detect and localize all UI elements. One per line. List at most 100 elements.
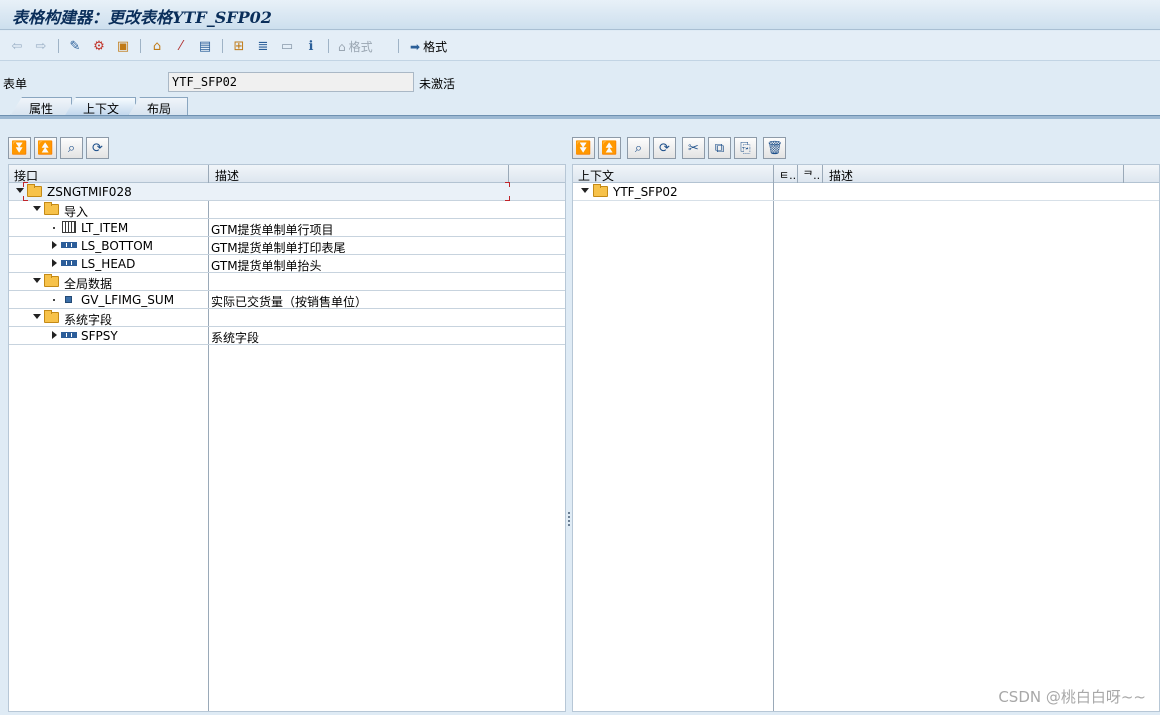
- column-separator: [1123, 165, 1124, 183]
- collapsed-caret-icon[interactable]: [52, 241, 57, 249]
- activate-icon[interactable]: ▣: [114, 37, 132, 55]
- toolbar-separator: [222, 39, 223, 53]
- expanded-caret-icon[interactable]: [33, 314, 41, 319]
- back-arrow-icon[interactable]: ⇦: [8, 37, 26, 55]
- collapse-all-icon[interactable]: ⏫: [598, 137, 621, 159]
- refresh-icon[interactable]: ⟳: [653, 137, 676, 159]
- column-separator: [508, 165, 509, 183]
- collapsed-caret-icon[interactable]: [52, 331, 57, 339]
- paste-icon[interactable]: ⎘: [734, 137, 757, 159]
- arrow-right-icon: ➡: [410, 39, 421, 54]
- header-col2: ㅌ..: [779, 169, 797, 182]
- tree-row[interactable]: ZSNGTMIF028: [9, 182, 565, 201]
- node-name: GV_LFIMG_SUM: [81, 293, 175, 307]
- tree-row[interactable]: LS_BOTTOM GTM提货单制单打印表尾: [9, 237, 565, 255]
- magic-wand-icon[interactable]: ⁄: [172, 37, 190, 55]
- node-description: GTM提货单制单行项目: [211, 223, 334, 237]
- window-title: 表格构建器：更改表格YTF_SFP02: [12, 8, 272, 27]
- form-name-field[interactable]: YTF_SFP02: [168, 72, 414, 92]
- form-status: 未激活: [419, 77, 456, 91]
- forward-arrow-icon[interactable]: ⇨: [32, 37, 50, 55]
- format-disabled-label: 格式: [348, 40, 373, 54]
- folder-icon: [593, 184, 608, 197]
- info-icon[interactable]: ℹ: [302, 37, 320, 55]
- cut-icon[interactable]: ✂: [682, 137, 705, 159]
- hierarchy-icon[interactable]: ⌂: [148, 37, 166, 55]
- tree-row[interactable]: SFPSY 系统字段: [9, 327, 565, 345]
- expanded-caret-icon[interactable]: [33, 206, 41, 211]
- node-description: GTM提货单制单抬头: [211, 259, 322, 273]
- selection-corner: [23, 182, 28, 187]
- context-tree: 上下文 ㅌ.. ᄏ.. 描述 YTF_SFP02: [572, 164, 1160, 712]
- tree-row[interactable]: 系统字段: [9, 309, 565, 327]
- structure-icon: [61, 242, 77, 248]
- tree-row[interactable]: GV_LFIMG_SUM 实际已交货量（按销售单位）: [9, 291, 565, 309]
- expanded-caret-icon[interactable]: [33, 278, 41, 283]
- node-name: 全局数据: [64, 277, 113, 291]
- tree-row[interactable]: LS_HEAD GTM提货单制单抬头: [9, 255, 565, 273]
- tree-structure-icon[interactable]: ⊞: [230, 37, 248, 55]
- display-change-icon[interactable]: ✎: [66, 37, 84, 55]
- header-col3: ᄏ..: [803, 169, 821, 182]
- expand-all-icon[interactable]: ⏬: [8, 137, 31, 159]
- node-name: LS_HEAD: [81, 257, 136, 271]
- tab-layout[interactable]: 布局: [128, 97, 188, 116]
- hierarchy-disabled-icon: ⌂: [338, 39, 346, 54]
- toolbar-separator: [140, 39, 141, 53]
- tab-context[interactable]: 上下文: [64, 97, 136, 117]
- tree-row[interactable]: 全局数据: [9, 273, 565, 291]
- copy-icon[interactable]: ⧉: [708, 137, 731, 159]
- splitter-grip: [568, 524, 570, 526]
- header-context: 上下文: [578, 169, 615, 183]
- column-separator: [822, 165, 823, 183]
- expanded-caret-icon[interactable]: [581, 188, 589, 193]
- expanded-caret-icon[interactable]: [16, 188, 24, 193]
- collapse-all-icon[interactable]: ⏫: [34, 137, 57, 159]
- tab-label: 属性: [29, 102, 54, 116]
- right-button-row: ⏬ ⏫ ⌕ ⟳ ✂ ⧉ ⎘ 🗑: [572, 137, 786, 159]
- tree-row[interactable]: 导入: [9, 201, 565, 219]
- format-button[interactable]: ➡ 格式: [410, 38, 447, 55]
- structure-icon: [61, 260, 77, 266]
- context-panel: ⏬ ⏫ ⌕ ⟳ ✂ ⧉ ⎘ 🗑 上下文 ㅌ.. ᄏ.. 描述 YTF_SFP02: [572, 122, 1160, 712]
- find-icon[interactable]: ⌕: [60, 137, 83, 159]
- find-icon[interactable]: ⌕: [627, 137, 650, 159]
- tree-row[interactable]: YTF_SFP02: [573, 183, 1159, 201]
- folder-icon: [44, 274, 59, 287]
- node-name: LS_BOTTOM: [81, 239, 154, 253]
- node-description: 实际已交货量（按销售单位）: [211, 295, 368, 309]
- test-icon[interactable]: ▤: [196, 37, 214, 55]
- column-separator: [797, 165, 798, 183]
- window-icon[interactable]: ▭: [278, 37, 296, 55]
- interface-tree: 接口 描述 ZSNGTMIF028 导入 LT_ITEM GTM提货单制单行项目: [8, 164, 566, 712]
- check-icon[interactable]: ⚙: [90, 37, 108, 55]
- selection-corner: [505, 182, 510, 187]
- structure-icon: [61, 332, 77, 338]
- collapsed-caret-icon[interactable]: [52, 259, 57, 267]
- folder-icon: [44, 202, 59, 215]
- header-description: 描述: [215, 169, 240, 183]
- format-disabled-button[interactable]: ⌂ 格式: [338, 38, 373, 55]
- tab-underline: [0, 115, 1160, 119]
- tree-header: 接口 描述: [9, 165, 565, 183]
- watermark: CSDN @桃白白呀~~: [998, 688, 1146, 706]
- toolbar-separator: [328, 39, 329, 53]
- tree-row[interactable]: LT_ITEM GTM提货单制单行项目: [9, 219, 565, 237]
- refresh-icon[interactable]: ⟳: [86, 137, 109, 159]
- column-separator: [773, 165, 774, 711]
- leaf-dot: [53, 227, 55, 229]
- context-header: 上下文 ㅌ.. ᄏ.. 描述: [573, 165, 1159, 183]
- node-name: 导入: [64, 205, 89, 219]
- node-name: SFPSY: [81, 329, 118, 343]
- node-name: YTF_SFP02: [613, 185, 678, 199]
- delete-icon[interactable]: 🗑: [763, 137, 786, 159]
- form-label: 表单: [3, 77, 28, 91]
- expand-all-icon[interactable]: ⏬: [572, 137, 595, 159]
- align-icon[interactable]: ≣: [254, 37, 272, 55]
- header-description: 描述: [829, 169, 854, 183]
- tab-label: 上下文: [83, 102, 120, 116]
- application-toolbar: ⇦ ⇨ ✎ ⚙ ▣ ⌂ ⁄ ▤ ⊞ ≣ ▭ ℹ ⌂ 格式 ➡ 格式: [0, 31, 1160, 61]
- tab-attributes[interactable]: 属性: [10, 97, 72, 116]
- splitter-grip: [568, 520, 570, 522]
- title-bar: 表格构建器：更改表格YTF_SFP02: [0, 0, 1160, 30]
